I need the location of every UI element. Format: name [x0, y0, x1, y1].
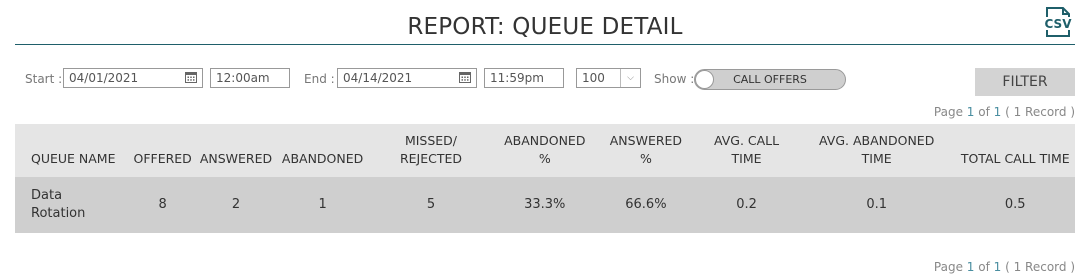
- csv-export-icon[interactable]: CSV: [1043, 6, 1073, 38]
- show-label: Show :: [654, 72, 695, 86]
- cell-answered: 2: [195, 177, 277, 233]
- cell-missed-rejected: 5: [369, 177, 493, 233]
- calendar-icon[interactable]: [459, 71, 471, 83]
- calendar-icon[interactable]: [185, 71, 197, 83]
- col-offered[interactable]: OFFERED: [129, 124, 196, 177]
- pager-of: of: [974, 260, 994, 274]
- pager-record-count: ( 1 Record ): [1001, 260, 1075, 274]
- cell-total-call-time: 0.5: [955, 177, 1075, 233]
- col-queue-name[interactable]: QUEUE NAME: [15, 124, 130, 177]
- csv-icon-label: CSV: [1045, 17, 1073, 31]
- cell-abandoned-pct: 33.3%: [492, 177, 597, 233]
- end-time-field[interactable]: 11:59pm: [484, 68, 564, 88]
- pager-prefix: Page: [933, 260, 967, 274]
- col-answered-pct[interactable]: ANSWERED%: [596, 124, 696, 177]
- start-time-field[interactable]: 12:00am: [210, 68, 290, 88]
- col-abandoned-pct[interactable]: ABANDONED%: [492, 124, 597, 177]
- table-row: Data Rotation 8 2 1 5 33.3% 66.6% 0.2 0.…: [15, 177, 1075, 233]
- page-size-value: 100: [582, 71, 605, 85]
- cell-avg-abandoned-time: 0.1: [797, 177, 956, 233]
- pager-top: Page 1 of 1 ( 1 Record ): [934, 105, 1075, 119]
- title-divider: [15, 44, 1075, 45]
- cell-queue-name: Data Rotation: [15, 177, 130, 233]
- col-missed-rejected[interactable]: MISSED/REJECTED: [369, 124, 493, 177]
- pager-record-count: ( 1 Record ): [1001, 105, 1075, 119]
- col-answered[interactable]: ANSWERED: [195, 124, 277, 177]
- page-size-select[interactable]: 100 ⌵: [576, 68, 641, 88]
- filter-bar: Start : 04/01/2021 12:00am End : 04/14/2…: [0, 68, 1084, 96]
- pager-bottom: Page 1 of 1 ( 1 Record ): [934, 260, 1075, 274]
- toggle-label: CALL OFFERS: [733, 73, 807, 86]
- call-offers-toggle[interactable]: CALL OFFERS: [694, 69, 846, 90]
- table-header-row: QUEUE NAME OFFERED ANSWERED ABANDONED MI…: [15, 124, 1075, 177]
- start-label: Start :: [25, 72, 63, 86]
- cell-abandoned: 1: [276, 177, 370, 233]
- col-abandoned[interactable]: ABANDONED: [276, 124, 370, 177]
- col-avg-abandoned-time[interactable]: AVG. ABANDONED TIME: [797, 124, 956, 177]
- chevron-down-icon[interactable]: ⌵: [620, 69, 640, 87]
- pager-of: of: [974, 105, 994, 119]
- cell-offered: 8: [129, 177, 196, 233]
- pager-prefix: Page: [933, 105, 967, 119]
- toggle-knob[interactable]: [695, 70, 714, 89]
- col-total-call-time[interactable]: TOTAL CALL TIME: [955, 124, 1075, 177]
- start-date-field[interactable]: 04/01/2021: [63, 68, 203, 88]
- start-date-value: 04/01/2021: [69, 71, 139, 85]
- end-date-value: 04/14/2021: [343, 71, 413, 85]
- cell-avg-call-time: 0.2: [695, 177, 798, 233]
- cell-answered-pct: 66.6%: [596, 177, 696, 233]
- queue-detail-table: QUEUE NAME OFFERED ANSWERED ABANDONED MI…: [15, 124, 1075, 233]
- end-date-field[interactable]: 04/14/2021: [337, 68, 477, 88]
- end-label: End :: [304, 72, 335, 86]
- filter-button[interactable]: FILTER: [975, 68, 1075, 96]
- start-time-value: 12:00am: [216, 71, 270, 85]
- page-title: REPORT: QUEUE DETAIL: [407, 14, 683, 40]
- col-avg-call-time[interactable]: AVG. CALL TIME: [695, 124, 798, 177]
- end-time-value: 11:59pm: [490, 71, 544, 85]
